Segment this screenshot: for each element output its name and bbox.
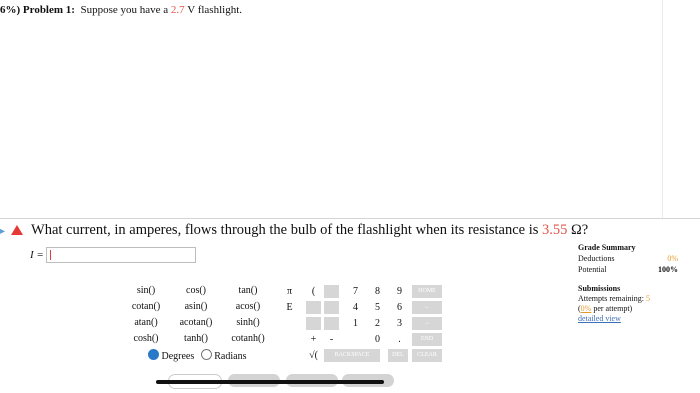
resistance-value: 3.55	[542, 222, 568, 238]
problem-number: 6%) Problem 1:	[0, 4, 75, 16]
answer-input[interactable]	[46, 247, 196, 263]
del-button[interactable]: DEL	[388, 349, 408, 362]
blank-key-1[interactable]	[306, 301, 321, 314]
expand-arrow-icon[interactable]: ▸	[0, 226, 5, 237]
close-paren-key[interactable]	[324, 285, 339, 298]
problem-header: 6%) Problem 1: Suppose you have a 2.7 V …	[0, 4, 242, 16]
sqrt-button[interactable]: √(	[306, 349, 321, 362]
minus-button[interactable]: -	[324, 333, 339, 346]
asin-button[interactable]: asin()	[168, 301, 224, 312]
acotan-button[interactable]: acotan()	[168, 317, 224, 328]
key-5[interactable]: 5	[370, 301, 385, 314]
attempts-value: 5	[646, 294, 650, 303]
decimal-key[interactable]: .	[392, 333, 407, 346]
sinh-button[interactable]: sinh()	[220, 317, 276, 328]
degrees-label: Degrees	[161, 351, 195, 362]
home-button[interactable]: HOME	[412, 285, 442, 298]
answer-label: I =	[30, 249, 44, 261]
acos-button[interactable]: acos()	[220, 301, 276, 312]
problem-text-before: Suppose you have a	[80, 4, 169, 16]
key-0[interactable]: 0	[370, 333, 385, 346]
potential-label: Potential	[578, 265, 607, 274]
attempts-label: Attempts remaining:	[578, 294, 644, 303]
cotanh-button[interactable]: cotanh()	[220, 333, 276, 344]
key-3[interactable]: 3	[392, 317, 407, 330]
right-arrow-button[interactable]: →	[412, 317, 442, 330]
sin-button[interactable]: sin()	[118, 285, 174, 296]
key-6[interactable]: 6	[392, 301, 407, 314]
deductions-value: 0%	[667, 254, 678, 263]
key-4[interactable]: 4	[348, 301, 363, 314]
plus-button[interactable]: +	[306, 333, 321, 346]
problem-text-after: V flashlight.	[187, 4, 242, 16]
per-attempt-label: per attempt)	[593, 304, 633, 313]
angle-mode: Degrees Radians	[148, 349, 258, 362]
tan-button[interactable]: tan()	[220, 285, 276, 296]
cosh-button[interactable]: cosh()	[118, 333, 174, 344]
key-7[interactable]: 7	[348, 285, 363, 298]
e-button[interactable]: E	[282, 301, 297, 314]
voltage-value: 2.7	[170, 4, 185, 16]
resistance-unit: Ω?	[571, 222, 589, 238]
degrees-radio[interactable]	[148, 349, 159, 360]
backspace-button[interactable]: BACKSPACE	[324, 349, 380, 362]
text-caret	[50, 250, 51, 260]
left-arrow-button[interactable]: ←	[412, 301, 442, 314]
deductions-label: Deductions	[578, 254, 615, 263]
end-button[interactable]: END	[412, 333, 442, 346]
cotan-button[interactable]: cotan()	[118, 301, 174, 312]
grade-summary: Grade Summary Deductions 0% Potential 10…	[578, 243, 678, 274]
submissions-title: Submissions	[578, 284, 621, 293]
question-text: What current, in amperes, flows through …	[31, 222, 539, 238]
clear-button[interactable]: CLEAR	[412, 349, 442, 362]
key-9[interactable]: 9	[392, 285, 407, 298]
radians-label: Radians	[214, 351, 247, 362]
tanh-button[interactable]: tanh()	[168, 333, 224, 344]
cos-button[interactable]: cos()	[168, 285, 224, 296]
potential-value: 100%	[658, 265, 678, 274]
radians-radio[interactable]	[200, 349, 212, 360]
blank-key-4[interactable]	[324, 317, 339, 330]
question-line: ▸ What current, in amperes, flows through…	[0, 222, 588, 239]
per-attempt-value: 0%	[580, 304, 592, 313]
key-2[interactable]: 2	[370, 317, 385, 330]
key-8[interactable]: 8	[370, 285, 385, 298]
panel-divider	[662, 0, 663, 218]
detailed-view-link[interactable]: detailed view	[578, 314, 621, 323]
atan-button[interactable]: atan()	[118, 317, 174, 328]
blank-key-2[interactable]	[306, 317, 321, 330]
home-indicator-bar	[156, 380, 384, 384]
pi-button[interactable]: π	[282, 285, 297, 298]
section-divider	[0, 218, 700, 219]
warning-icon	[11, 225, 24, 235]
open-paren-button[interactable]: (	[306, 285, 321, 298]
submissions-panel: Submissions Attempts remaining: 5 (0% pe…	[578, 284, 650, 323]
key-1[interactable]: 1	[348, 317, 363, 330]
grade-summary-title: Grade Summary	[578, 243, 636, 252]
blank-key-3[interactable]	[324, 301, 339, 314]
